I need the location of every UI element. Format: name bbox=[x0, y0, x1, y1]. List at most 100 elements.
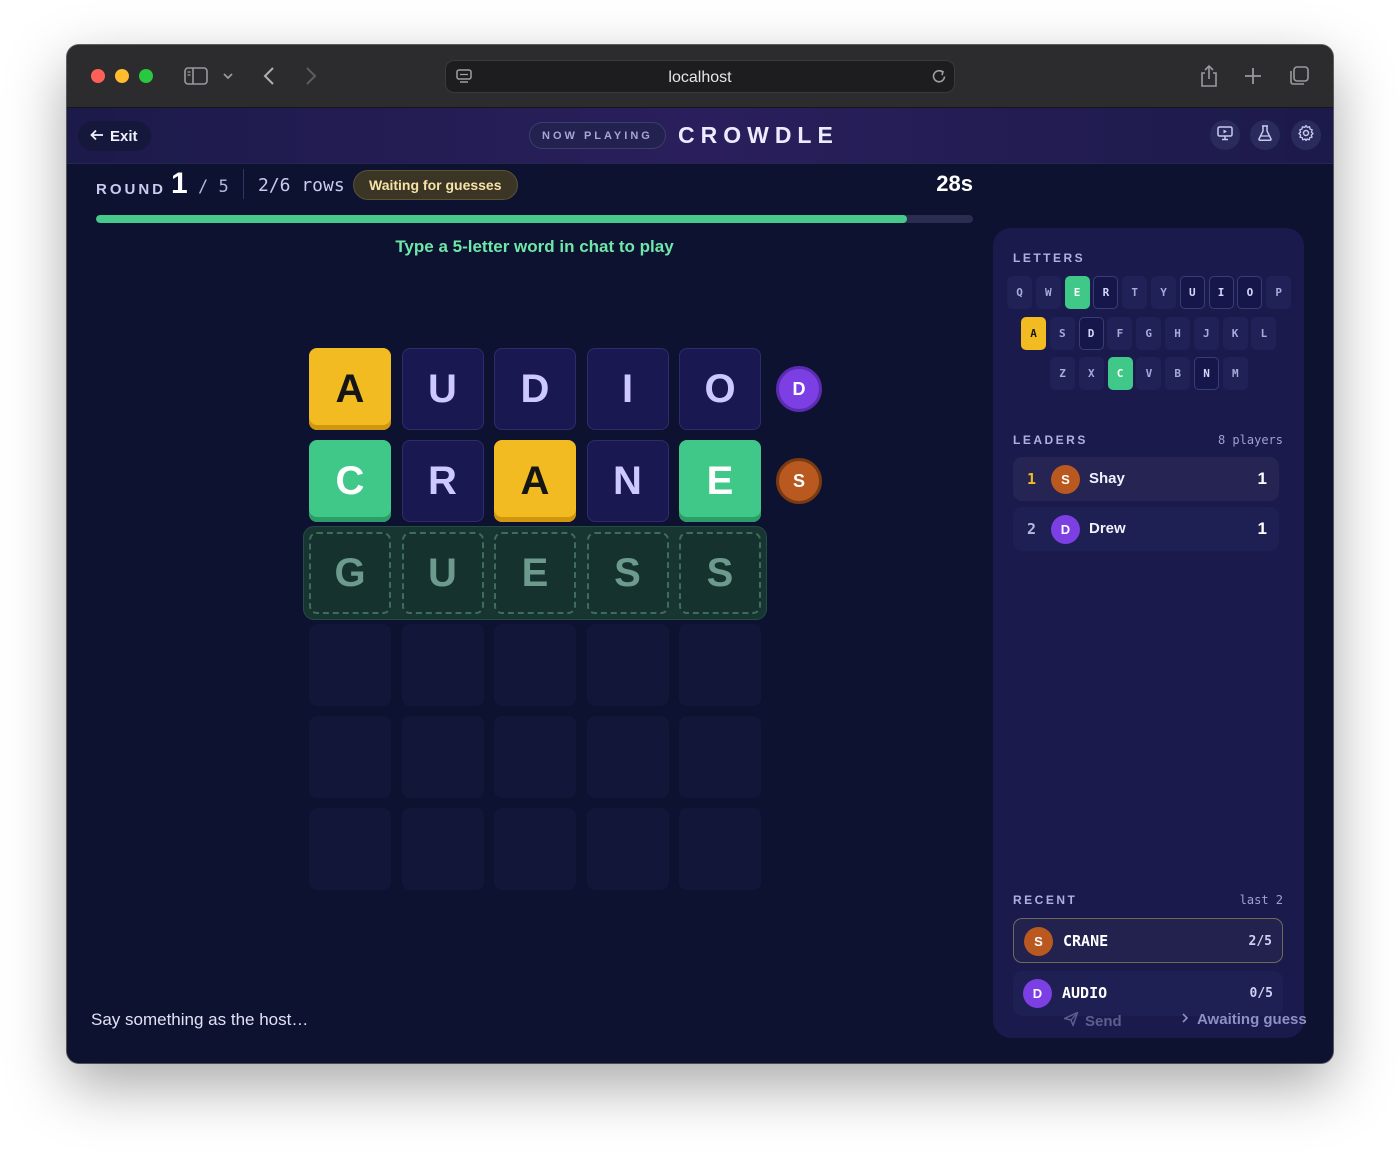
avatar: D bbox=[1023, 979, 1052, 1008]
exit-label: Exit bbox=[110, 127, 138, 145]
play-hint: Type a 5-letter word in chat to play bbox=[395, 237, 674, 256]
letter-tile bbox=[309, 808, 391, 890]
key-r: R bbox=[1093, 276, 1119, 309]
minimize-window-button[interactable] bbox=[115, 69, 129, 83]
letter-tile bbox=[309, 716, 391, 798]
new-tab-plus-icon[interactable] bbox=[1242, 64, 1264, 88]
leader-rank: 1 bbox=[1027, 470, 1037, 488]
letter-tile bbox=[494, 716, 576, 798]
board-row bbox=[309, 716, 829, 798]
letter-tile: I bbox=[586, 348, 669, 430]
letter-tile bbox=[679, 808, 761, 890]
chevron-down-icon[interactable] bbox=[221, 64, 235, 88]
leader-score: 1 bbox=[1257, 469, 1267, 488]
recent-score: 0/5 bbox=[1249, 986, 1273, 1001]
key-y: Y bbox=[1151, 276, 1176, 309]
key-j: J bbox=[1193, 317, 1219, 350]
board-row: GUESS bbox=[303, 526, 829, 620]
letter-tile: G bbox=[309, 532, 391, 614]
key-p: P bbox=[1266, 276, 1292, 309]
key-g: G bbox=[1136, 317, 1162, 350]
letter-tile: U bbox=[401, 532, 484, 614]
exit-button[interactable]: Exit bbox=[78, 121, 151, 151]
letter-tile bbox=[494, 808, 576, 890]
letter-tile bbox=[401, 624, 484, 706]
letter-tile bbox=[679, 716, 761, 798]
app-header: Exit NOW PLAYING CROWDLE bbox=[67, 108, 1333, 164]
send-button[interactable]: Send bbox=[1063, 1011, 1122, 1031]
present-button[interactable] bbox=[1210, 120, 1240, 150]
letter-tile bbox=[309, 624, 391, 706]
board-row bbox=[309, 808, 829, 890]
lab-button[interactable] bbox=[1250, 120, 1280, 150]
key-e: E bbox=[1064, 276, 1090, 309]
avatar: S bbox=[1024, 927, 1053, 956]
host-chat-input[interactable]: Say something as the host… bbox=[91, 1010, 791, 1030]
key-u: U bbox=[1179, 276, 1205, 309]
recent-word: CRANE bbox=[1063, 932, 1109, 950]
now-playing-badge: NOW PLAYING bbox=[529, 122, 666, 149]
browser-window: localhost Exit NOW PLAYING CROWDLE ROUND… bbox=[67, 45, 1333, 1063]
guesser-avatar: D bbox=[776, 366, 822, 412]
close-window-button[interactable] bbox=[91, 69, 105, 83]
zoom-window-button[interactable] bbox=[139, 69, 153, 83]
awaiting-guess-button[interactable]: Awaiting guess bbox=[1181, 1011, 1307, 1028]
letters-heading: LETTERS bbox=[1013, 251, 1086, 265]
forward-arrow-icon[interactable] bbox=[301, 64, 321, 88]
recent-heading: RECENT bbox=[1013, 893, 1078, 907]
tab-overview-icon[interactable] bbox=[1287, 64, 1311, 88]
key-f: F bbox=[1107, 317, 1133, 350]
key-c: C bbox=[1107, 357, 1133, 390]
key-m: M bbox=[1222, 357, 1248, 390]
chevron-right-icon bbox=[1181, 1011, 1189, 1028]
key-d: D bbox=[1078, 317, 1104, 350]
side-panel: LETTERS QWERTYUIOPASDFGHJKLZXCVBNM LEADE… bbox=[993, 228, 1304, 1038]
key-z: Z bbox=[1050, 357, 1075, 390]
present-icon bbox=[1216, 124, 1234, 147]
key-n: N bbox=[1194, 357, 1219, 390]
letter-tile: E bbox=[494, 532, 576, 614]
awaiting-label: Awaiting guess bbox=[1197, 1011, 1307, 1028]
timer-progress-fill bbox=[96, 215, 908, 223]
key-a: A bbox=[1021, 317, 1046, 350]
reload-icon[interactable] bbox=[930, 67, 948, 90]
board-row: AUDIOD bbox=[309, 348, 829, 430]
sidebar-toggle-icon[interactable] bbox=[183, 64, 209, 88]
timer-progress-bar bbox=[96, 215, 973, 223]
back-arrow-icon[interactable] bbox=[259, 64, 279, 88]
avatar: D bbox=[1051, 515, 1080, 544]
recent-guess-row: D AUDIO 0/5 bbox=[1013, 971, 1283, 1016]
key-v: V bbox=[1136, 357, 1162, 390]
share-icon[interactable] bbox=[1198, 64, 1220, 88]
letter-tile: A bbox=[309, 348, 391, 430]
letter-tile bbox=[401, 716, 484, 798]
settings-button[interactable] bbox=[1291, 120, 1321, 150]
round-label: ROUND bbox=[96, 181, 166, 198]
letter-tile: R bbox=[401, 440, 484, 522]
board-row bbox=[309, 624, 829, 706]
recent-guess-row: S CRANE 2/5 bbox=[1013, 918, 1283, 963]
leader-row: 1 S Shay 1 bbox=[1013, 457, 1279, 501]
letter-tile: S bbox=[679, 532, 761, 614]
letter-tile: U bbox=[401, 348, 484, 430]
address-bar[interactable]: localhost bbox=[445, 60, 955, 93]
status-badge: Waiting for guesses bbox=[353, 170, 518, 200]
key-b: B bbox=[1165, 357, 1191, 390]
key-w: W bbox=[1035, 276, 1061, 309]
url-text[interactable]: localhost bbox=[446, 69, 954, 87]
arrow-left-icon bbox=[90, 128, 104, 145]
flask-icon bbox=[1256, 124, 1274, 147]
recent-count: last 2 bbox=[1239, 893, 1283, 907]
leader-score: 1 bbox=[1257, 519, 1267, 538]
letter-tile: D bbox=[494, 348, 576, 430]
letter-tile: A bbox=[494, 440, 576, 522]
key-t: T bbox=[1122, 276, 1148, 309]
key-l: L bbox=[1251, 317, 1277, 350]
board-row: CRANES bbox=[309, 440, 829, 522]
letter-tile: N bbox=[586, 440, 669, 522]
key-o: O bbox=[1237, 276, 1263, 309]
letter-tile: C bbox=[309, 440, 391, 522]
recent-score: 2/5 bbox=[1248, 934, 1272, 949]
round-timer: 28s bbox=[936, 171, 973, 196]
key-s: S bbox=[1049, 317, 1075, 350]
